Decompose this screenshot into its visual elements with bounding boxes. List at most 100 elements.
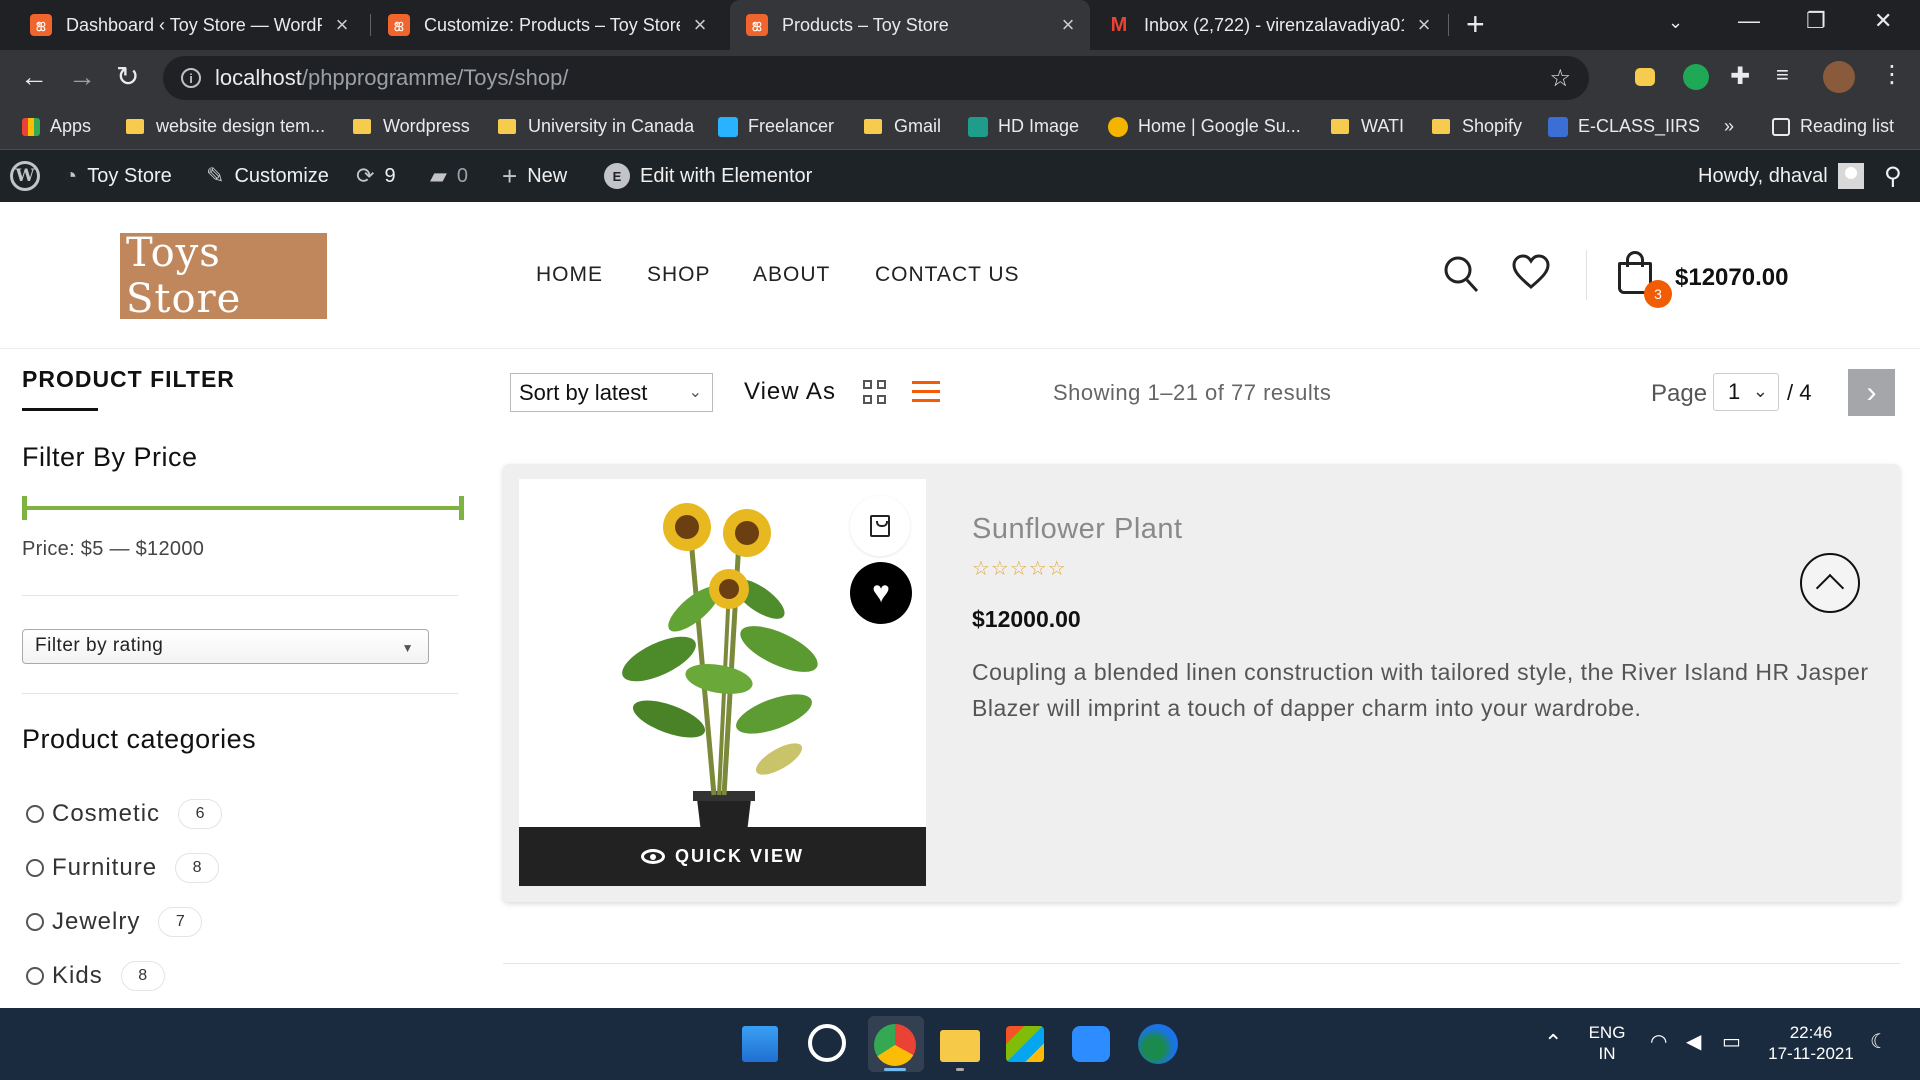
radio-icon[interactable] xyxy=(26,913,44,931)
cart-total[interactable]: $12070.00 xyxy=(1675,264,1788,292)
close-tab-icon[interactable]: × xyxy=(1414,12,1434,38)
notification-moon-icon[interactable]: ☾ xyxy=(1870,1032,1888,1053)
bookmark-apps[interactable]: Apps xyxy=(22,116,91,137)
user-avatar xyxy=(1837,163,1864,189)
header-divider xyxy=(1586,250,1587,300)
tab-products[interactable]: ஐ Products – Toy Store × xyxy=(730,0,1090,50)
clock[interactable]: 22:46 17-11-2021 xyxy=(1766,1022,1856,1064)
logo-text: Toys Store xyxy=(126,230,242,322)
add-to-wishlist-button[interactable]: ♥ xyxy=(850,562,912,624)
grid-view-icon[interactable] xyxy=(863,380,887,404)
new-content-link[interactable]: + New xyxy=(502,150,567,202)
media-control-icon[interactable]: ≡ xyxy=(1776,62,1802,88)
wifi-icon[interactable]: ◠ xyxy=(1650,1032,1667,1053)
category-count: 6 xyxy=(178,799,223,829)
add-to-cart-button[interactable] xyxy=(850,496,910,556)
page-select[interactable]: 1 ⌄ xyxy=(1713,373,1779,411)
brush-icon: ✎ xyxy=(206,163,225,188)
bookmark-hd-image[interactable]: HD Image xyxy=(968,116,1079,137)
product-title[interactable]: Sunflower Plant xyxy=(972,513,1183,546)
forward-icon[interactable]: → xyxy=(68,62,96,92)
bookmark-freelancer[interactable]: Freelancer xyxy=(718,116,834,137)
site-logo[interactable]: Toys Store xyxy=(120,230,327,322)
nav-contact[interactable]: CONTACT US xyxy=(875,263,1020,287)
menu-kebab-icon[interactable]: ⋮ xyxy=(1880,60,1906,88)
address-bar[interactable]: i localhost/phpprogramme/Toys/shop/ ☆ xyxy=(163,56,1589,100)
updates-link[interactable]: ⟳ 9 xyxy=(356,150,396,202)
comments-link[interactable]: ▰ 0 xyxy=(430,150,468,202)
bookmark-wordpress[interactable]: Wordpress xyxy=(353,116,470,137)
tab-search-icon[interactable]: ⌄ xyxy=(1668,12,1683,33)
price-slider-max-handle[interactable] xyxy=(459,496,464,520)
tab-dashboard[interactable]: ஐ Dashboard ‹ Toy Store — WordPress × xyxy=(14,0,364,50)
new-tab-icon[interactable]: + xyxy=(1466,6,1485,43)
show-hidden-icons-icon[interactable]: ⌃ xyxy=(1544,1032,1562,1054)
volume-icon[interactable]: ◀ xyxy=(1686,1032,1701,1053)
file-explorer-icon[interactable] xyxy=(940,1030,980,1062)
language-indicator[interactable]: ENG IN xyxy=(1582,1022,1632,1064)
microsoft-store-icon[interactable] xyxy=(1006,1026,1044,1062)
reload-icon[interactable]: ↻ xyxy=(116,62,139,92)
close-window-icon[interactable]: ✕ xyxy=(1874,8,1892,34)
price-slider-min-handle[interactable] xyxy=(22,496,27,520)
site-name-link[interactable]: ◔ Toy Store xyxy=(64,150,172,202)
product-rating-stars: ☆☆☆☆☆ xyxy=(972,558,1067,580)
bookmark-shopify[interactable]: Shopify xyxy=(1432,116,1522,137)
back-icon[interactable]: ← xyxy=(20,62,48,92)
nav-about[interactable]: ABOUT xyxy=(753,263,830,287)
category-cosmetic[interactable]: Cosmetic 6 xyxy=(26,799,223,829)
cart-button[interactable]: 3 xyxy=(1614,250,1672,308)
customize-link[interactable]: ✎ Customize xyxy=(206,150,329,202)
radio-icon[interactable] xyxy=(26,805,44,823)
elementor-link[interactable]: E Edit with Elementor xyxy=(604,150,812,202)
extension-green-icon[interactable] xyxy=(1683,64,1709,90)
reading-list-button[interactable]: Reading list xyxy=(1772,116,1894,137)
my-account-menu[interactable]: Howdy, dhaval xyxy=(1698,150,1864,202)
bookmark-university[interactable]: University in Canada xyxy=(498,116,694,137)
bookmark-gmail[interactable]: Gmail xyxy=(864,116,941,137)
scroll-to-top-button[interactable] xyxy=(1800,553,1860,613)
restore-icon[interactable]: ❐ xyxy=(1806,8,1826,34)
admin-search-icon[interactable]: ⚲ xyxy=(1884,150,1902,202)
quick-view-button[interactable]: QUICK VIEW xyxy=(519,827,926,886)
bookmark-eclass[interactable]: E-CLASS_IIRS xyxy=(1548,116,1700,137)
wordpress-menu[interactable]: W xyxy=(10,150,40,202)
elementor-icon: E xyxy=(604,163,630,189)
site-info-icon[interactable]: i xyxy=(181,68,201,88)
category-jewelry[interactable]: Jewelry 7 xyxy=(26,907,203,937)
filter-by-rating-select[interactable]: Filter by rating ▼ xyxy=(22,629,429,664)
wishlist-heart-icon[interactable] xyxy=(1512,254,1550,298)
tab-customize[interactable]: ஐ Customize: Products – Toy Store × xyxy=(372,0,722,50)
more-bookmarks-button[interactable]: » xyxy=(1724,116,1734,137)
radio-icon[interactable] xyxy=(26,967,44,985)
radio-icon[interactable] xyxy=(26,859,44,877)
apps-grid-icon xyxy=(22,117,40,136)
bookmark-google-suite[interactable]: Home | Google Su... xyxy=(1108,116,1301,137)
nav-shop[interactable]: SHOP xyxy=(647,263,711,287)
updates-count: 9 xyxy=(384,164,396,187)
search-icon[interactable] xyxy=(1442,254,1480,302)
start-windows-icon[interactable] xyxy=(742,1026,778,1062)
chrome-icon[interactable] xyxy=(874,1024,916,1066)
minimize-icon[interactable]: — xyxy=(1738,8,1760,34)
battery-icon[interactable]: ▭ xyxy=(1722,1032,1741,1053)
list-view-icon[interactable] xyxy=(912,381,940,403)
search-icon[interactable] xyxy=(808,1024,846,1062)
profile-avatar[interactable] xyxy=(1823,61,1855,93)
close-tab-icon[interactable]: × xyxy=(690,12,710,38)
nav-home[interactable]: HOME xyxy=(536,263,603,287)
close-tab-icon[interactable]: × xyxy=(1058,12,1078,38)
bookmark-star-icon[interactable]: ☆ xyxy=(1549,64,1571,93)
bookmark-website-design[interactable]: website design tem... xyxy=(126,116,325,137)
category-furniture[interactable]: Furniture 8 xyxy=(26,853,220,883)
tab-inbox[interactable]: M Inbox (2,722) - virenzalavadiya01 × xyxy=(1092,0,1446,50)
bookmark-wati[interactable]: WATI xyxy=(1331,116,1404,137)
zoom-icon[interactable] xyxy=(1072,1026,1110,1062)
extension-folder-icon[interactable] xyxy=(1635,68,1655,86)
category-kids[interactable]: Kids 8 xyxy=(26,961,165,991)
edge-icon[interactable] xyxy=(1138,1024,1178,1064)
close-tab-icon[interactable]: × xyxy=(332,12,352,38)
next-page-button[interactable]: › xyxy=(1848,369,1895,416)
extensions-puzzle-icon[interactable]: ✚ xyxy=(1730,62,1756,90)
sort-select[interactable]: Sort by latest ⌄ xyxy=(510,373,713,412)
